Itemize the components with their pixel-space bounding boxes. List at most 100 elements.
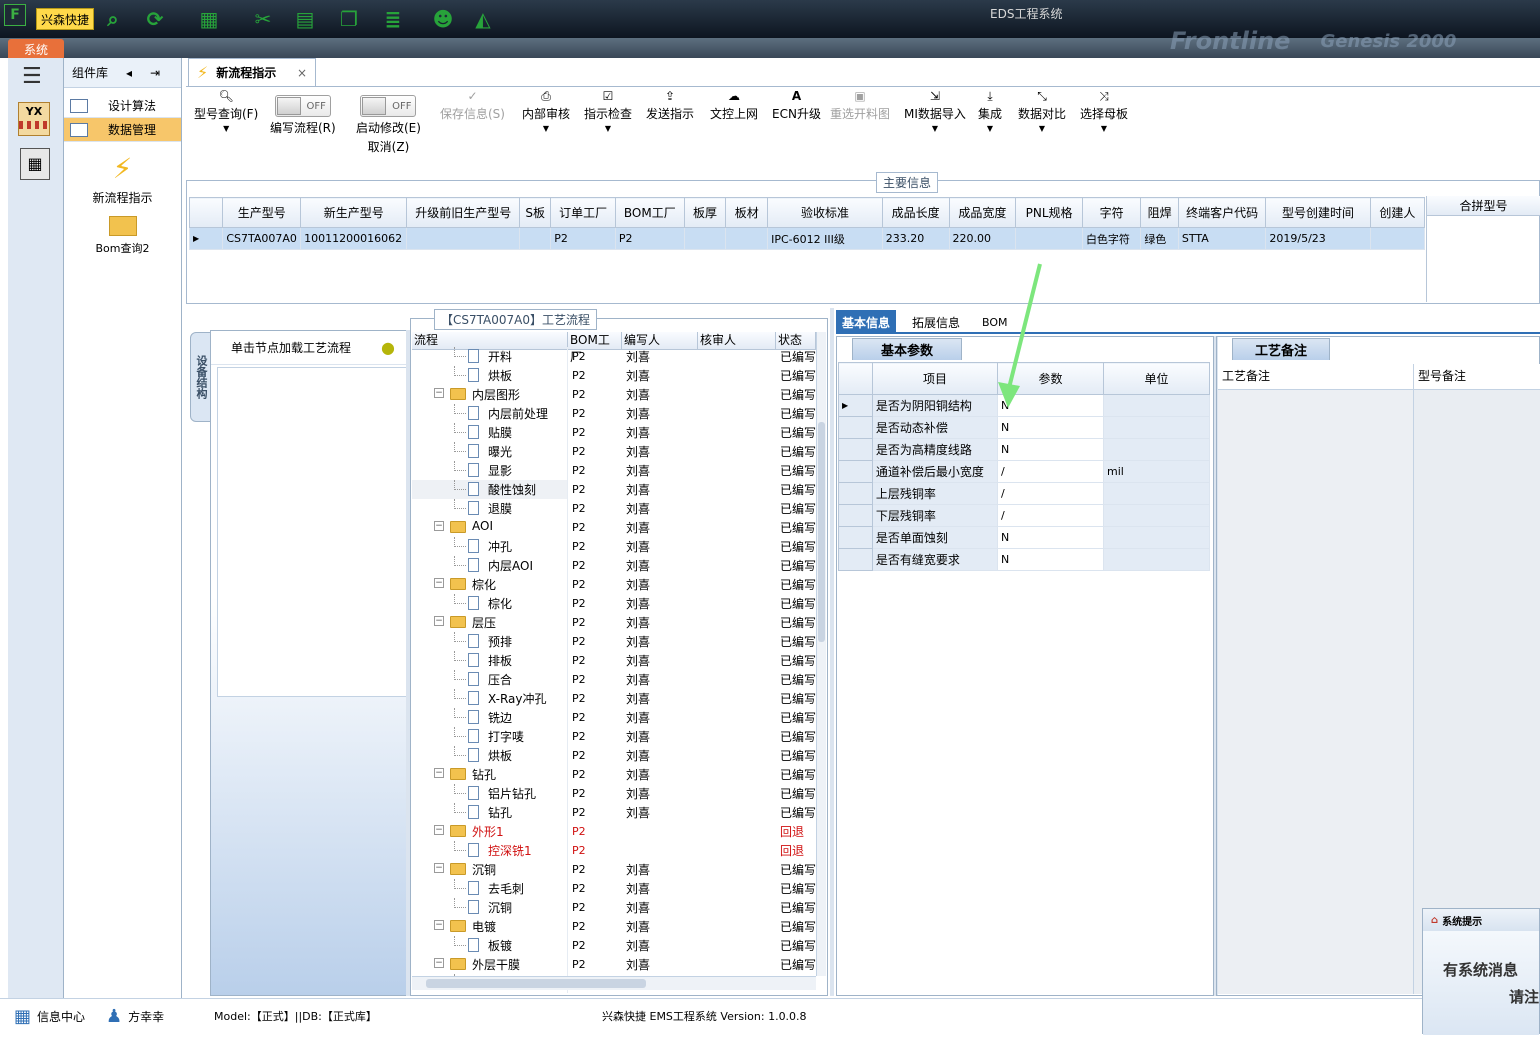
search-icon[interactable]: ⌕ (100, 6, 126, 32)
instruction-check-button[interactable]: ☑ 指示检查 ▼ (584, 89, 632, 133)
refresh-icon[interactable]: ⟳ (142, 6, 168, 32)
process-name-cell[interactable]: 酸性蚀刻 (412, 480, 568, 499)
process-name-cell[interactable]: 开料 (412, 347, 568, 366)
collapse-toggle-icon[interactable]: − (434, 958, 444, 968)
col-header[interactable]: 成品宽度 (948, 197, 1017, 228)
main-info-cell[interactable] (1369, 227, 1426, 250)
process-name-cell[interactable]: 内层AOI (412, 556, 568, 575)
param-value-cell[interactable]: N (996, 438, 1104, 461)
process-row[interactable]: 钻孔 P2 刘喜 已编写 (412, 803, 816, 822)
process-name-cell[interactable]: 钻孔 (412, 803, 568, 822)
grid-icon[interactable]: ▦ (196, 6, 222, 32)
horizontal-scrollbar[interactable] (412, 976, 816, 990)
process-row[interactable]: 去毛刺 P2 刘喜 已编写 (412, 879, 816, 898)
process-row[interactable]: 冲孔 P2 刘喜 已编写 (412, 537, 816, 556)
col-header[interactable]: BOM工厂 (614, 197, 685, 228)
layers-icon[interactable]: ≣ (380, 6, 406, 32)
process-name-cell[interactable]: − 沉铜 (412, 860, 568, 879)
pin-icon[interactable]: ⇥ (150, 66, 160, 80)
compare-button[interactable]: ⤡ 数据对比 ▼ (1018, 89, 1066, 133)
main-info-cell[interactable] (1015, 227, 1083, 250)
dropdown-arrow-icon[interactable]: ▼ (605, 124, 611, 133)
main-info-cell[interactable]: 2019/5/23 (1265, 227, 1371, 250)
system-tab[interactable]: 系统 (8, 39, 64, 59)
collapse-toggle-icon[interactable]: − (434, 825, 444, 835)
process-name-cell[interactable]: − 棕化 (412, 575, 568, 594)
collapse-toggle-icon[interactable]: − (434, 768, 444, 778)
cancel-button[interactable]: 取消(Z) (368, 138, 410, 155)
process-name-cell[interactable]: 退膜 (412, 499, 568, 518)
main-info-cell[interactable]: CS7TA007A0 (222, 227, 302, 250)
film-icon[interactable]: ▤ (292, 6, 318, 32)
complib-item-data-manage[interactable]: 数据管理 (64, 118, 181, 142)
process-name-cell[interactable]: 烘板 (412, 366, 568, 385)
process-name-cell[interactable]: − 外层干膜 (412, 955, 568, 974)
calculator-icon[interactable]: ▦ (20, 148, 50, 180)
col-header[interactable]: 板厚 (683, 197, 727, 228)
process-name-cell[interactable]: − 外形1 (412, 822, 568, 841)
ecn-button[interactable]: A ECN升级 (772, 89, 821, 122)
info-center-button[interactable]: ▦ 信息中心 (14, 999, 85, 1033)
system-message-popup[interactable]: ⌂ 系统提示 有系统消息 请注 (1422, 908, 1540, 1035)
write-flow-toggle[interactable]: OFF 编写流程(R) (270, 95, 336, 136)
choose-board-button[interactable]: ⤨ 选择母板 ▼ (1080, 89, 1128, 133)
param-row[interactable]: 是否为高精度线路 N (838, 438, 1211, 461)
dropdown-arrow-icon[interactable]: ▼ (932, 124, 938, 133)
process-name-cell[interactable]: 铝片钻孔 (412, 784, 568, 803)
process-row[interactable]: − 钻孔 P2 刘喜 已编写 (412, 765, 816, 784)
process-row[interactable]: 预排 P2 刘喜 已编写 (412, 632, 816, 651)
collapse-toggle-icon[interactable]: − (434, 920, 444, 930)
param-value-cell[interactable]: / (996, 460, 1104, 483)
process-name-cell[interactable]: 预排 (412, 632, 568, 651)
process-name-cell[interactable]: 显影 (412, 461, 568, 480)
process-row[interactable]: − 外形1 P2 回退 (412, 822, 816, 841)
process-row[interactable]: 贴膜 P2 刘喜 已编写 (412, 423, 816, 442)
main-info-cell[interactable]: 绿色 (1140, 227, 1179, 250)
process-row[interactable]: 内层前处理 P2 刘喜 已编写 (412, 404, 816, 423)
dropdown-arrow-icon[interactable]: ▼ (543, 124, 549, 133)
process-row[interactable]: 退膜 P2 刘喜 已编写 (412, 499, 816, 518)
process-row[interactable]: 酸性蚀刻 P2 刘喜 已编写 (412, 480, 816, 499)
collapse-toggle-icon[interactable]: − (434, 521, 444, 531)
main-info-cell[interactable]: 白色字符 (1081, 227, 1142, 250)
mi-import-button[interactable]: ⇲ MI数据导入 ▼ (904, 89, 966, 133)
tool-bom-query[interactable]: Bom查询2 (64, 216, 181, 256)
col-header[interactable]: S板 (519, 197, 552, 228)
col-header[interactable]: 成品长度 (881, 197, 950, 228)
row-indicator[interactable] (838, 460, 873, 483)
tab-extended-info[interactable]: 拓展信息 (906, 310, 966, 334)
process-name-cell[interactable]: − 层压 (412, 613, 568, 632)
row-indicator[interactable] (838, 526, 873, 549)
process-row[interactable]: 沉铜 P2 刘喜 已编写 (412, 898, 816, 917)
process-name-cell[interactable]: 控深铣1 (412, 841, 568, 860)
internal-review-button[interactable]: ⎙ 内部审核 ▼ (522, 89, 570, 133)
process-row[interactable]: − 内层图形 P2 刘喜 已编写 (412, 385, 816, 404)
yx-icon[interactable]: YX (18, 102, 50, 136)
save-button[interactable]: ✓ 保存信息(S) (440, 89, 505, 122)
col-header[interactable]: 单位 (1102, 362, 1211, 395)
splitter[interactable] (830, 308, 834, 996)
scissors-icon[interactable]: ✂ (250, 6, 276, 32)
process-row[interactable]: 压合 P2 刘喜 已编写 (412, 670, 816, 689)
col-header[interactable]: 阻焊 (1140, 197, 1179, 228)
param-row[interactable]: 下层残铜率 / (838, 504, 1211, 527)
process-row[interactable]: 控深铣1 P2 回退 (412, 841, 816, 860)
tab-new-flow[interactable]: ⚡ 新流程指示 × (188, 58, 316, 86)
param-row[interactable]: 是否单面蚀刻 N (838, 526, 1211, 549)
collapse-toggle-icon[interactable]: − (434, 616, 444, 626)
process-name-cell[interactable]: 沉铜 (412, 898, 568, 917)
col-header[interactable]: 生产型号 (222, 197, 302, 228)
process-name-cell[interactable]: − AOI (412, 518, 568, 537)
process-row[interactable]: − 电镀 P2 刘喜 已编写 (412, 917, 816, 936)
param-row[interactable]: 是否动态补偿 N (838, 416, 1211, 439)
process-row[interactable]: 烘板 P2 刘喜 已编写 (412, 746, 816, 765)
process-row[interactable]: X-Ray冲孔 P2 刘喜 已编写 (412, 689, 816, 708)
dropdown-arrow-icon[interactable]: ▼ (1101, 124, 1107, 133)
process-name-cell[interactable]: 板镀 (412, 936, 568, 955)
upload-button[interactable]: ☁ 文控上网 (710, 89, 758, 122)
process-row[interactable]: 板镀 P2 刘喜 已编写 (412, 936, 816, 955)
row-indicator[interactable] (838, 548, 873, 571)
dropdown-arrow-icon[interactable]: ▼ (223, 124, 229, 133)
close-icon[interactable]: × (297, 66, 307, 80)
process-row[interactable]: 排板 P2 刘喜 已编写 (412, 651, 816, 670)
